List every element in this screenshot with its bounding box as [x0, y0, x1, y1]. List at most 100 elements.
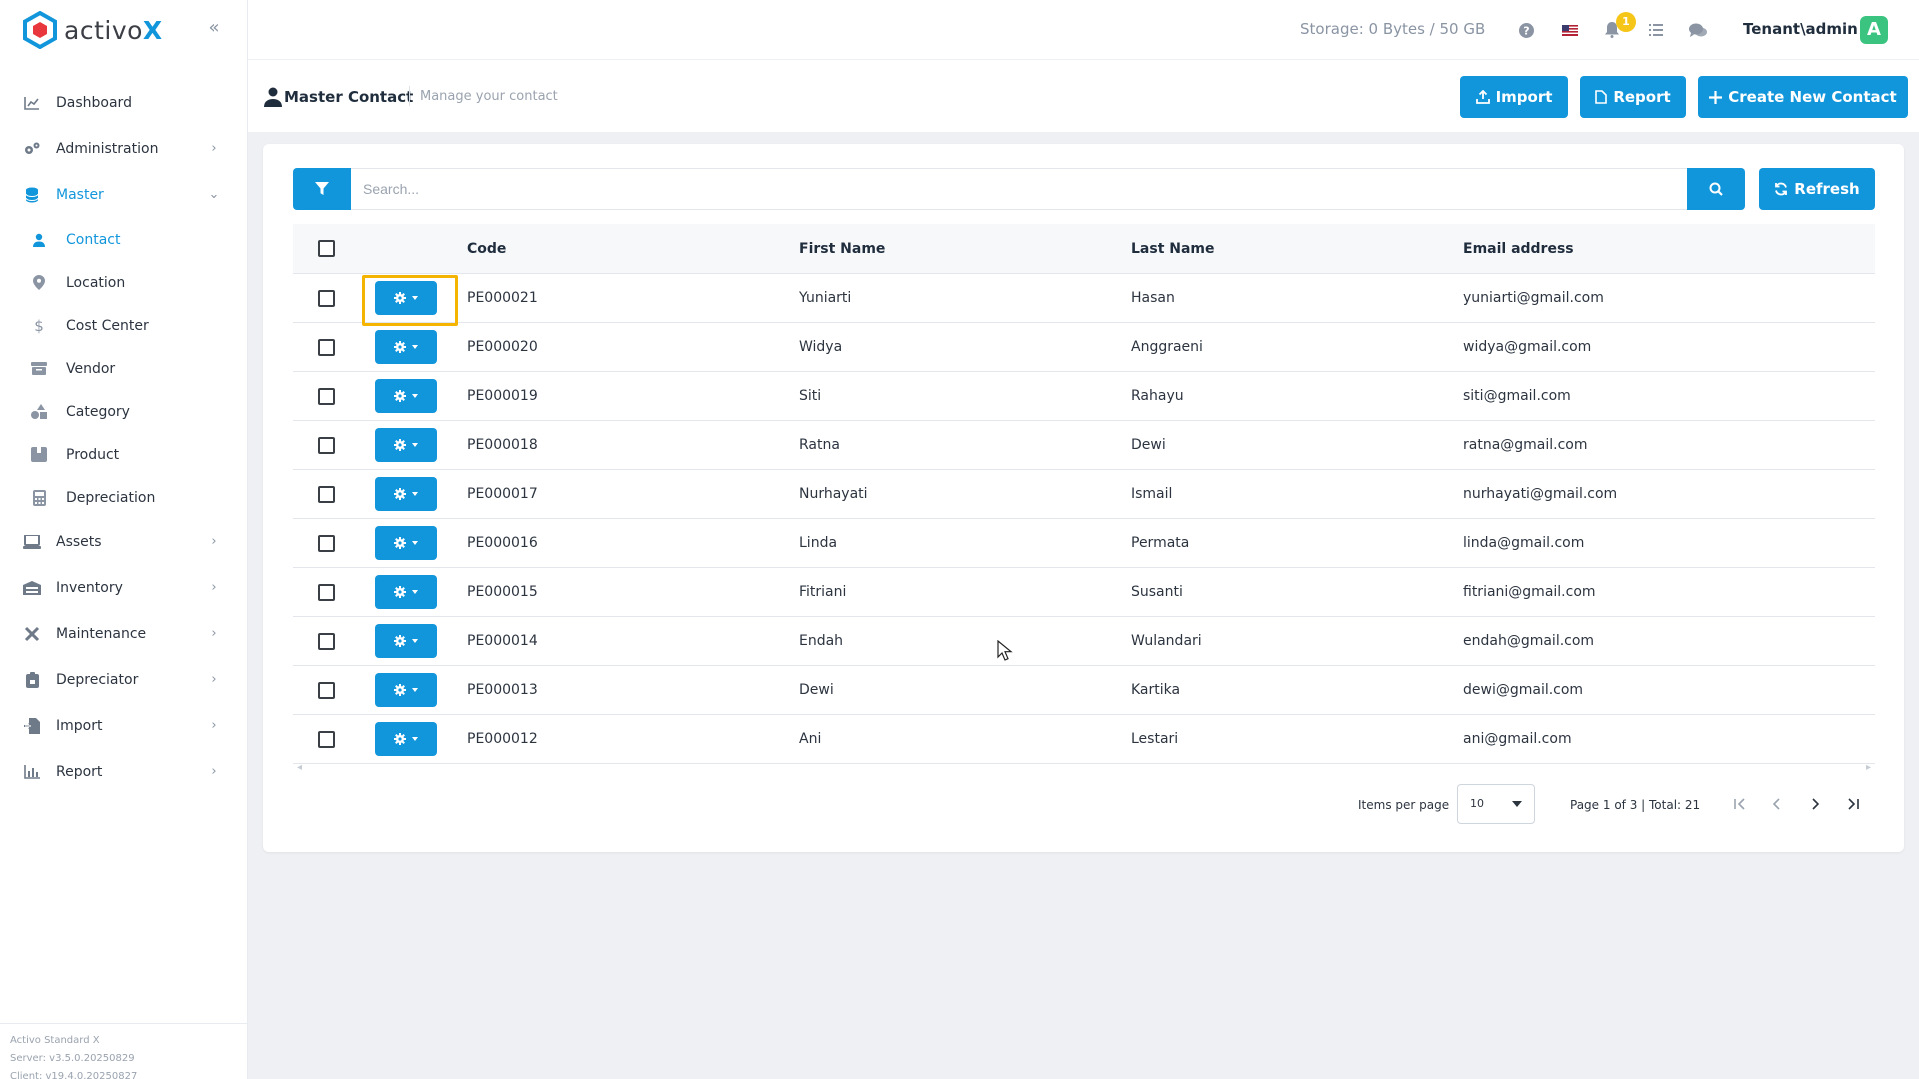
cell-last-name: Permata: [1131, 535, 1190, 551]
sidebar-item-maintenance[interactable]: Maintenance ›: [0, 611, 248, 657]
storage-usage: Storage: 0 Bytes / 50 GB: [1300, 20, 1486, 38]
row-actions-button[interactable]: [375, 624, 437, 658]
cell-first-name: Endah: [799, 633, 844, 649]
import-button[interactable]: Import: [1460, 76, 1568, 118]
sidebar-item-assets[interactable]: Assets ›: [0, 519, 248, 565]
table-row[interactable]: PE000021 Yuniarti Hasan yuniarti@gmail.com: [293, 274, 1875, 326]
search-input[interactable]: [351, 168, 1687, 210]
gear-icon: [394, 341, 406, 353]
calculator-icon: [30, 489, 48, 507]
sidebar-item-import[interactable]: Import ›: [0, 703, 248, 749]
gear-icon: [394, 684, 406, 696]
caret-down-icon: [412, 296, 418, 300]
row-checkbox[interactable]: [318, 388, 335, 405]
table-row[interactable]: PE000017 Nurhayati Ismail nurhayati@gmail.c…: [293, 470, 1875, 519]
sidebar-subitem-contact[interactable]: Contact: [0, 218, 248, 261]
row-checkbox[interactable]: [318, 633, 335, 650]
cell-first-name: Siti: [799, 388, 822, 404]
sidebar: activoX « Dashboard Administration › Mas…: [0, 0, 248, 1079]
task-list-icon[interactable]: [1646, 20, 1666, 40]
user-name[interactable]: Tenant\admin: [1743, 20, 1858, 38]
sidebar-item-inventory[interactable]: Inventory ›: [0, 565, 248, 611]
row-actions-button[interactable]: [375, 330, 437, 364]
tools-icon: [22, 624, 42, 644]
report-button[interactable]: Report: [1580, 76, 1686, 118]
row-actions-button[interactable]: [375, 281, 437, 315]
row-checkbox[interactable]: [318, 682, 335, 699]
sidebar-subitem-vendor[interactable]: Vendor: [0, 347, 248, 390]
chevron-down-icon: ⌄: [208, 187, 220, 202]
app-logo[interactable]: activoX: [22, 10, 163, 50]
table-row[interactable]: PE000018 Ratna Dewi ratna@gmail.com: [293, 421, 1875, 470]
select-all-checkbox[interactable]: [318, 240, 335, 257]
column-header-last-name[interactable]: Last Name: [1131, 241, 1215, 257]
help-icon[interactable]: ?: [1516, 20, 1536, 40]
cell-email: ratna@gmail.com: [1463, 437, 1588, 453]
us-flag-icon[interactable]: [1560, 20, 1580, 40]
sidebar-item-master[interactable]: Master ⌄: [0, 172, 248, 218]
notification-badge: 1: [1616, 12, 1636, 32]
table-row[interactable]: PE000019 Siti Rahayu siti@gmail.com: [293, 372, 1875, 421]
shapes-icon: [30, 403, 48, 421]
row-checkbox[interactable]: [318, 339, 335, 356]
row-checkbox[interactable]: [318, 535, 335, 552]
horizontal-scrollbar[interactable]: ◂ ▸: [293, 762, 1875, 776]
last-page-button[interactable]: [1841, 792, 1865, 816]
sidebar-subitem-cost-center[interactable]: $ Cost Center: [0, 304, 248, 347]
sidebar-item-label: Location: [66, 274, 126, 291]
chevron-right-icon: ›: [211, 626, 217, 641]
sidebar-item-label: Import: [56, 718, 103, 734]
search-icon: [1709, 182, 1723, 196]
table-row[interactable]: PE000013 Dewi Kartika dewi@gmail.com: [293, 666, 1875, 715]
next-page-button[interactable]: [1803, 792, 1827, 816]
chat-icon[interactable]: [1688, 20, 1708, 40]
cell-email: yuniarti@gmail.com: [1463, 290, 1604, 306]
row-actions-button[interactable]: [375, 673, 437, 707]
row-actions-button[interactable]: [375, 428, 437, 462]
sidebar-item-administration[interactable]: Administration ›: [0, 126, 248, 172]
sidebar-item-report[interactable]: Report ›: [0, 749, 248, 795]
pagination: Items per page 10 Page 1 of 3 | Total: 2…: [263, 784, 1904, 828]
cell-last-name: Dewi: [1131, 437, 1166, 453]
scroll-right-icon[interactable]: ▸: [1866, 762, 1871, 773]
table-row[interactable]: PE000015 Fitriani Susanti fitriani@gmail.co…: [293, 568, 1875, 617]
sidebar-item-depreciator[interactable]: Depreciator ›: [0, 657, 248, 703]
items-per-page-select[interactable]: 10: [1457, 784, 1535, 824]
refresh-button[interactable]: Refresh: [1759, 168, 1875, 210]
row-actions-button[interactable]: [375, 575, 437, 609]
column-header-email[interactable]: Email address: [1463, 241, 1574, 257]
collapse-sidebar-icon[interactable]: «: [204, 18, 224, 38]
sidebar-subitem-category[interactable]: Category: [0, 390, 248, 433]
row-actions-button[interactable]: [375, 526, 437, 560]
row-checkbox[interactable]: [318, 290, 335, 307]
row-checkbox[interactable]: [318, 584, 335, 601]
create-new-contact-button[interactable]: Create New Contact: [1698, 76, 1908, 118]
sidebar-subitem-depreciation[interactable]: Depreciation: [0, 476, 248, 519]
filter-button[interactable]: [293, 168, 351, 210]
cell-last-name: Ismail: [1131, 486, 1173, 502]
sidebar-subitem-location[interactable]: Location: [0, 261, 248, 304]
table-body: PE000021 Yuniarti Hasan yuniarti@gmail.com P…: [293, 274, 1875, 764]
row-actions-button[interactable]: [375, 379, 437, 413]
first-page-button[interactable]: [1728, 792, 1752, 816]
previous-page-button[interactable]: [1765, 792, 1789, 816]
sidebar-item-dashboard[interactable]: Dashboard: [0, 80, 248, 126]
row-checkbox[interactable]: [318, 731, 335, 748]
row-actions-button[interactable]: [375, 477, 437, 511]
scroll-left-icon[interactable]: ◂: [297, 762, 302, 773]
column-header-code[interactable]: Code: [467, 241, 506, 257]
table-row[interactable]: PE000012 Ani Lestari ani@gmail.com: [293, 715, 1875, 764]
avatar[interactable]: A: [1860, 16, 1888, 44]
row-checkbox[interactable]: [318, 437, 335, 454]
caret-down-icon: [412, 345, 418, 349]
row-checkbox[interactable]: [318, 486, 335, 503]
sidebar-item-label: Assets: [56, 534, 102, 550]
table-row[interactable]: PE000014 Endah Wulandari endah@gmail.com: [293, 617, 1875, 666]
sidebar-subitem-product[interactable]: Product: [0, 433, 248, 476]
table-row[interactable]: PE000016 Linda Permata linda@gmail.com: [293, 519, 1875, 568]
row-actions-button[interactable]: [375, 722, 437, 756]
table-row[interactable]: PE000020 Widya Anggraeni widya@gmail.com: [293, 323, 1875, 372]
items-per-page-label: Items per page: [1358, 798, 1450, 812]
column-header-first-name[interactable]: First Name: [799, 241, 885, 257]
search-button[interactable]: [1687, 168, 1745, 210]
